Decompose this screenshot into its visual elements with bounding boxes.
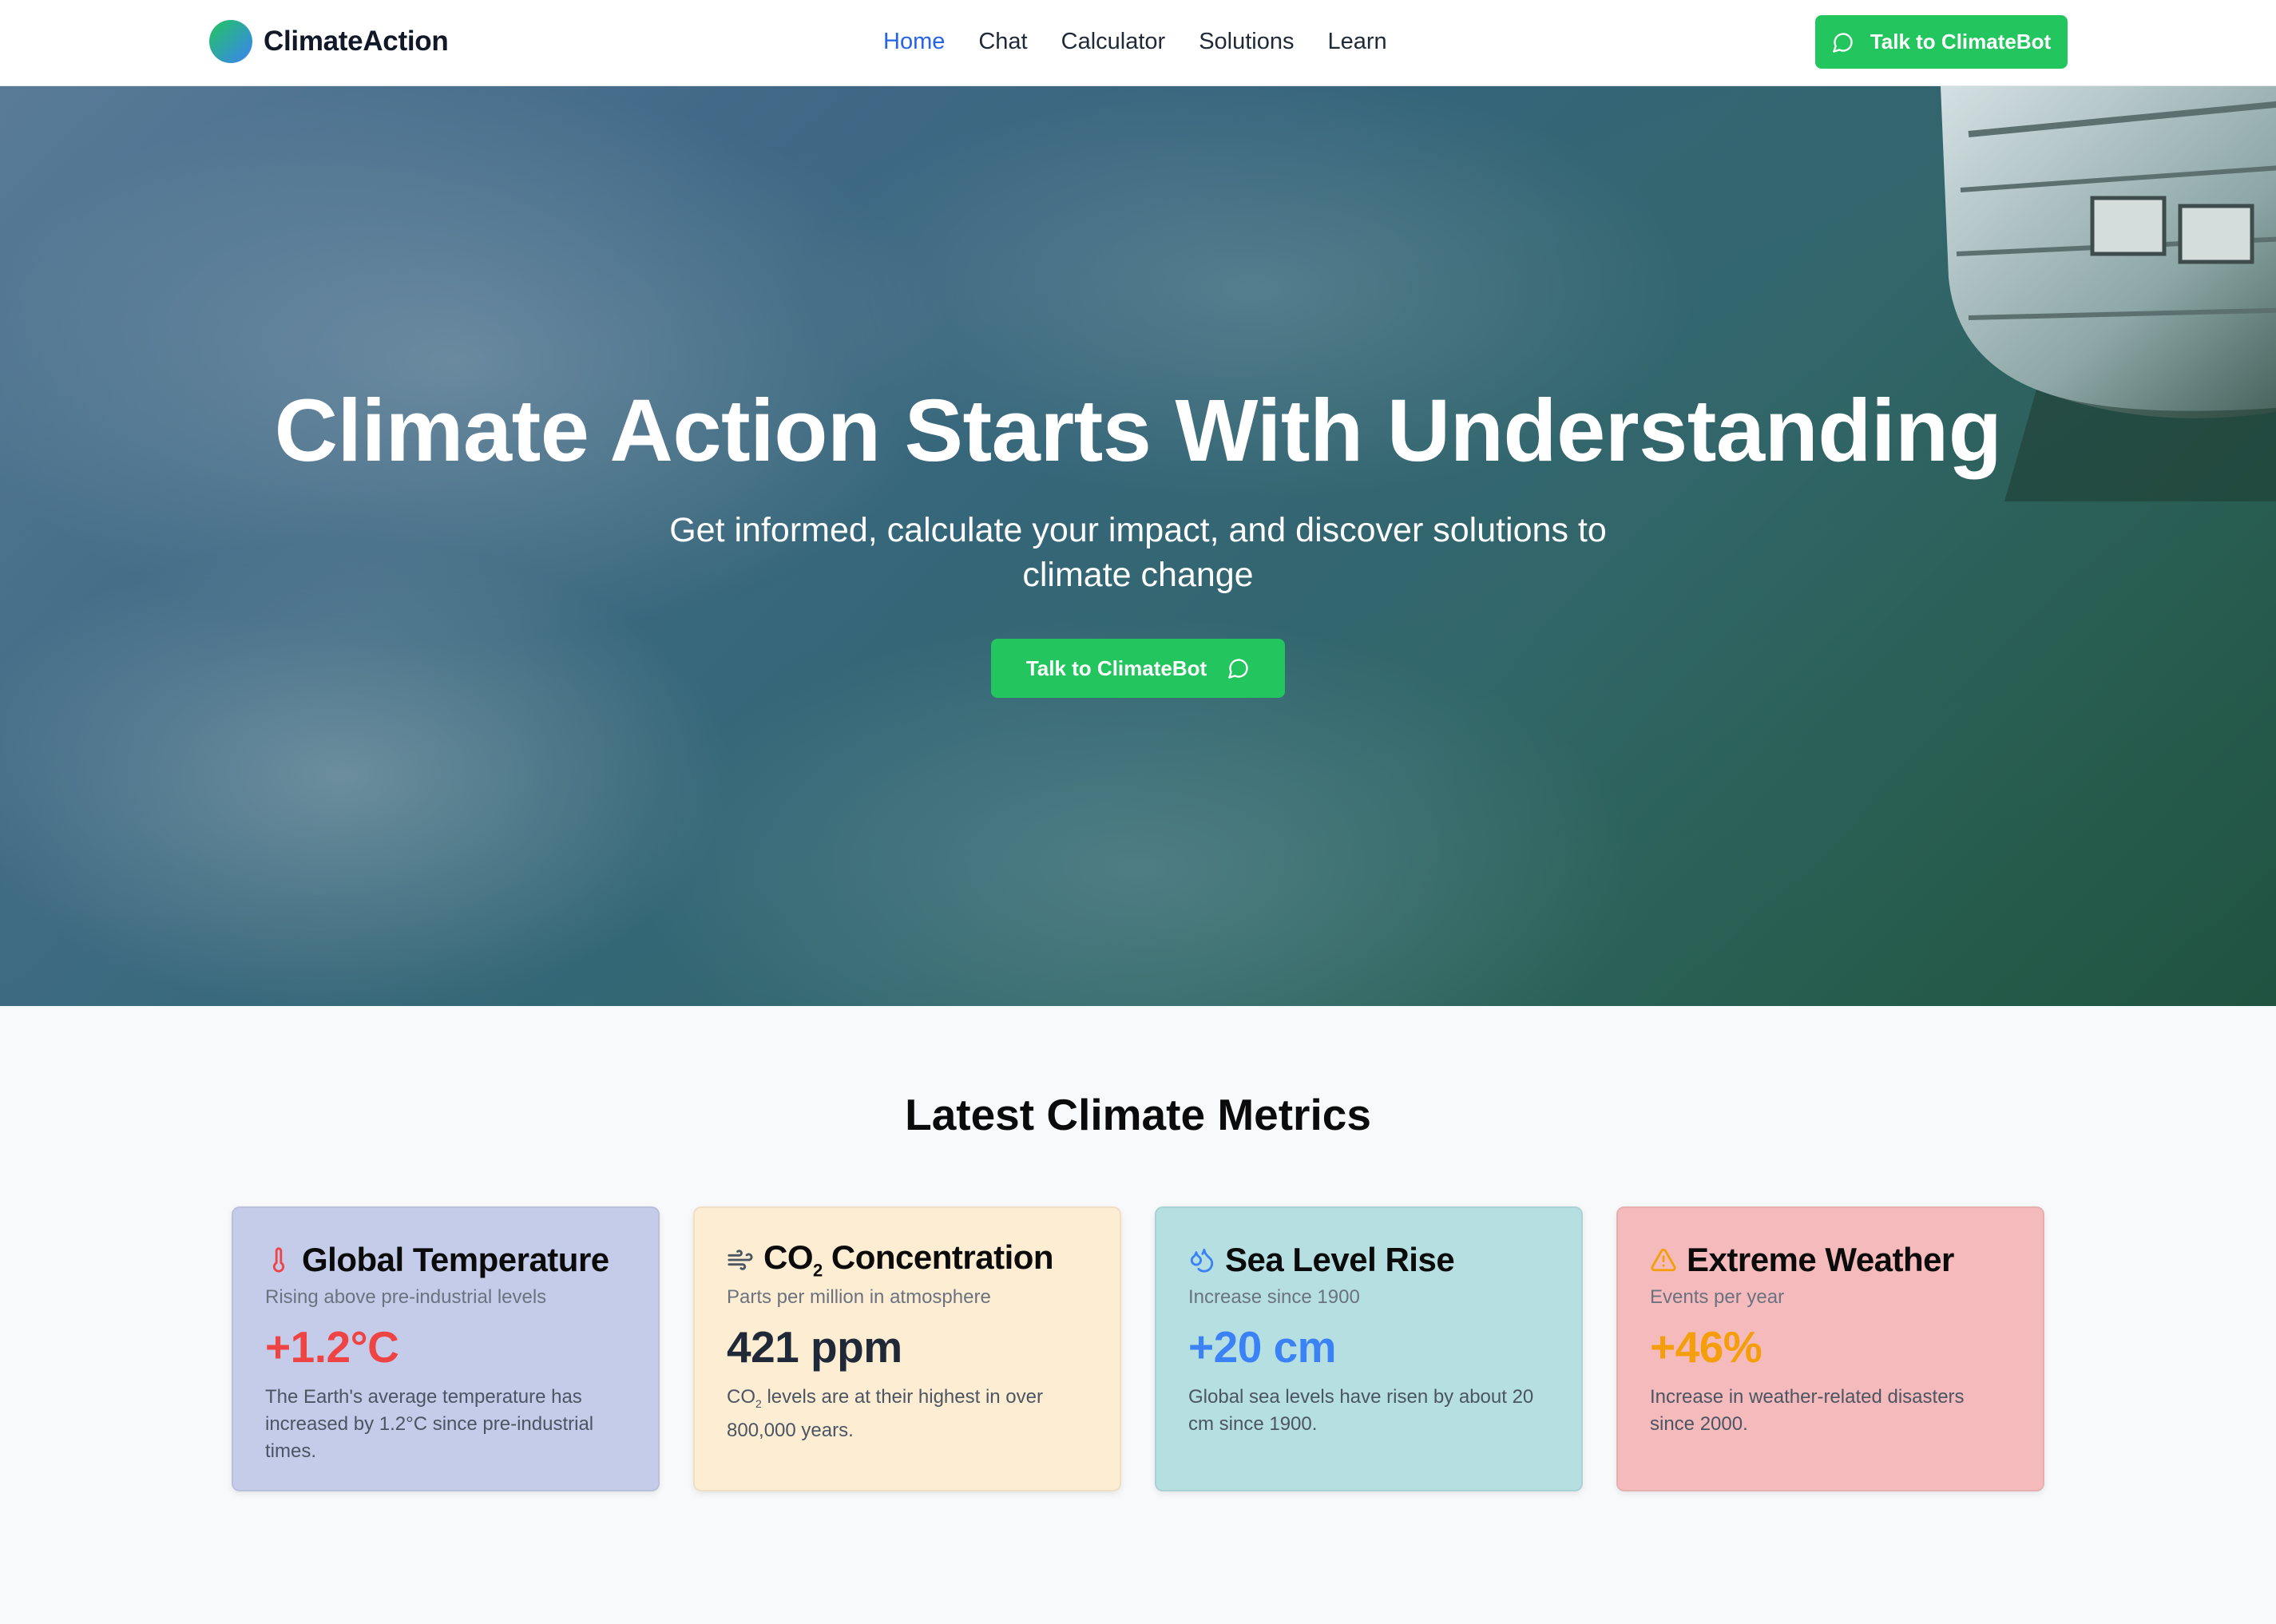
metric-card-sea-level-rise: Sea Level Rise Increase since 1900 +20 c… (1155, 1206, 1583, 1491)
nav-link-chat[interactable]: Chat (978, 29, 1027, 55)
brand-link[interactable]: ClimateAction (209, 19, 449, 64)
metric-card-global-temperature: Global Temperature Rising above pre-indu… (232, 1206, 660, 1491)
nav-link-calculator[interactable]: Calculator (1061, 29, 1166, 55)
desc-subscript: 2 (755, 1396, 762, 1410)
metric-card-co2-concentration: CO2 Concentration Parts per million in a… (693, 1206, 1121, 1491)
brand-name: ClimateAction (264, 26, 449, 57)
metric-value: +46% (1650, 1322, 1763, 1372)
metric-title: CO2 Concentration (763, 1238, 1054, 1281)
hero-subtitle: Get informed, calculate your impact, and… (669, 511, 1607, 594)
hero-cta-label: Talk to ClimateBot (1025, 656, 1207, 680)
metric-description: Global sea levels have risen by about 20… (1188, 1386, 1534, 1435)
globe-logo-icon (209, 20, 252, 63)
metric-subtitle: Events per year (1650, 1286, 1785, 1308)
metric-title-subscript: 2 (813, 1260, 823, 1281)
nav-cta-label: Talk to ClimateBot (1870, 30, 2052, 53)
warning-icon (1650, 1246, 1677, 1273)
metric-subtitle: Increase since 1900 (1188, 1286, 1360, 1308)
metric-subtitle: Rising above pre-industrial levels (265, 1286, 547, 1308)
metric-value: +20 cm (1188, 1322, 1337, 1372)
wind-icon (727, 1246, 754, 1273)
metric-description: Increase in weather-related disasters si… (1650, 1386, 1965, 1435)
metric-value: 421 ppm (727, 1322, 902, 1372)
metrics-section-title: Latest Climate Metrics (905, 1090, 1371, 1139)
navbar: ClimateAction Home Chat Calculator Solut… (0, 0, 2276, 86)
message-circle-icon (1832, 31, 1854, 53)
metric-value: +1.2°C (265, 1322, 399, 1372)
nav-link-home[interactable]: Home (883, 29, 945, 55)
desc-co: CO (727, 1386, 755, 1408)
desc-rest: levels are at their highest in over 800,… (727, 1386, 1043, 1441)
metric-description: The Earth's average temperature has incr… (265, 1386, 594, 1462)
metric-title-rest: Concentration (822, 1238, 1054, 1277)
metric-card-extreme-weather: Extreme Weather Events per year +46% Inc… (1616, 1206, 2044, 1491)
nav-link-solutions[interactable]: Solutions (1199, 29, 1294, 55)
thermometer-icon (265, 1246, 292, 1273)
hero-title: Climate Action Starts With Understanding (274, 382, 2002, 480)
main-nav: Home Chat Calculator Solutions Learn (883, 24, 1387, 59)
hero-talk-to-climatebot-button[interactable]: Talk to ClimateBot (991, 639, 1285, 698)
droplets-icon (1188, 1246, 1215, 1273)
hero-section: Climate Action Starts With Understanding… (0, 86, 2276, 1006)
metric-title-co: CO (763, 1238, 814, 1277)
metric-title: Sea Level Rise (1225, 1241, 1455, 1278)
metric-description: CO2 levels are at their highest in over … (727, 1384, 1088, 1444)
metric-title: Extreme Weather (1687, 1241, 1954, 1278)
message-circle-icon (1227, 657, 1250, 679)
talk-to-climatebot-button[interactable]: Talk to ClimateBot (1815, 15, 2068, 69)
metric-title: Global Temperature (302, 1241, 609, 1278)
metric-subtitle: Parts per million in atmosphere (727, 1286, 991, 1308)
nav-link-learn[interactable]: Learn (1328, 29, 1387, 55)
